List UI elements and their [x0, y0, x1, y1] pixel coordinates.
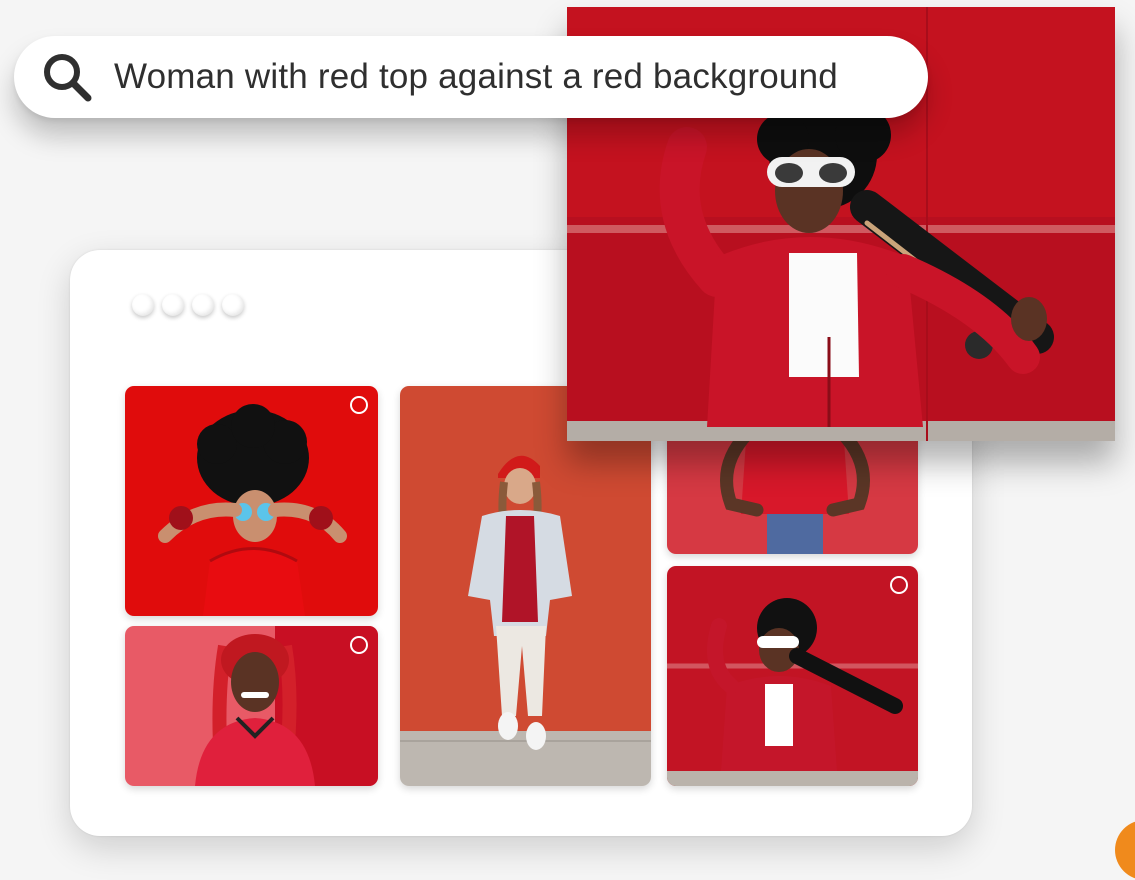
window-dot[interactable] — [132, 294, 154, 316]
photo-woman-braids — [125, 626, 378, 786]
photo-woman-denim — [400, 386, 651, 786]
window-dot[interactable] — [162, 294, 184, 316]
search-query-text: Woman with red top against a red backgro… — [114, 57, 838, 96]
select-checkbox[interactable] — [350, 396, 368, 414]
result-image-woman-lying-sunglasses[interactable] — [125, 386, 378, 616]
photo-woman-lying — [125, 386, 378, 616]
result-image-woman-denim-jacket[interactable] — [400, 386, 651, 786]
search-bar[interactable]: Woman with red top against a red backgro… — [14, 36, 928, 118]
orange-corner-accent — [1115, 820, 1135, 880]
select-checkbox[interactable] — [890, 576, 908, 594]
result-image-woman-skateboard[interactable] — [667, 566, 918, 786]
window-dot[interactable] — [192, 294, 214, 316]
search-icon — [44, 54, 92, 102]
window-dot[interactable] — [222, 294, 244, 316]
select-checkbox[interactable] — [350, 636, 368, 654]
window-controls — [132, 294, 244, 316]
photo-woman-skateboard-thumb — [667, 566, 918, 786]
result-image-woman-red-braids[interactable] — [125, 626, 378, 786]
